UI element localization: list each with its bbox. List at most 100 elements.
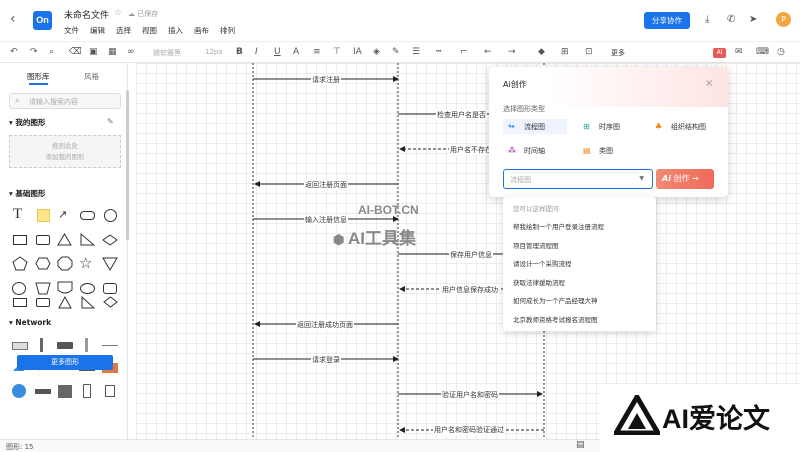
align-icon[interactable]: ≡ xyxy=(313,47,321,57)
rect-shape-icon[interactable] xyxy=(13,298,27,307)
octagon-shape-icon[interactable] xyxy=(57,256,73,271)
ai-icon[interactable]: AI xyxy=(713,48,726,58)
bold-icon[interactable]: B xyxy=(236,47,243,57)
menu-insert[interactable]: 插入 xyxy=(168,25,183,36)
line-icon[interactable] xyxy=(102,345,118,346)
option-timeline[interactable]: ⁂ 时间轴 xyxy=(508,143,545,158)
triangle-shape-icon[interactable] xyxy=(58,296,72,309)
globe-icon[interactable] xyxy=(12,384,26,398)
underline-icon[interactable]: U xyxy=(274,47,281,57)
phone-device-icon[interactable] xyxy=(83,384,91,398)
table-icon[interactable]: ▦ xyxy=(108,47,117,57)
star-shape-icon[interactable]: ☆ xyxy=(79,254,92,272)
option-class-diagram[interactable]: ▤ 类图 xyxy=(583,143,613,158)
suggestion-item-5[interactable]: 如何成长为一个产品经理大神 xyxy=(513,295,598,305)
section-my-shapes[interactable]: ▾ 我的图形 xyxy=(9,117,45,128)
star-icon[interactable]: ☆ xyxy=(114,8,122,18)
download-icon[interactable]: ⤓ xyxy=(705,14,709,25)
ai-create-button[interactable]: Ai 创作 → xyxy=(656,169,714,189)
link-icon[interactable]: ∞ xyxy=(127,47,135,57)
tab-style[interactable]: 风格 xyxy=(84,71,99,82)
document-title[interactable]: 未命名文件 xyxy=(64,8,109,21)
rect-rounded-shape-icon[interactable] xyxy=(36,298,50,307)
menu-edit[interactable]: 编辑 xyxy=(90,25,105,36)
msg-label-3[interactable]: 用户名不存在 xyxy=(449,145,493,155)
router-icon[interactable] xyxy=(57,342,73,349)
note-shape-icon[interactable] xyxy=(37,209,50,222)
msg-label-11[interactable]: 用户名和密码验证通过 xyxy=(433,425,505,435)
tablet-icon[interactable] xyxy=(105,385,115,397)
msg-label-9[interactable]: 请求登录 xyxy=(311,355,341,365)
suggestion-item-3[interactable]: 请设计一个采购流程 xyxy=(513,258,572,268)
menu-select[interactable]: 选择 xyxy=(116,25,131,36)
comment-icon[interactable]: ⌨ xyxy=(756,47,769,57)
msg-label-6[interactable]: 保存用户信息 xyxy=(449,250,493,260)
line-style-icon[interactable]: ┅ xyxy=(436,47,441,57)
font-color-icon[interactable]: A xyxy=(293,47,299,57)
line-width-icon[interactable]: ☰ xyxy=(412,47,420,57)
back-icon[interactable]: ‹ xyxy=(10,12,22,26)
suggestion-item-4[interactable]: 获取法律援助流程 xyxy=(513,277,565,287)
rect-soft-shape-icon[interactable] xyxy=(36,235,50,245)
rectangle-shape-icon[interactable] xyxy=(13,235,27,245)
msg-label-10[interactable]: 验证用户名和密码 xyxy=(441,390,499,400)
clear-format-icon[interactable]: ⌫ xyxy=(69,47,82,57)
diamond-shape-icon[interactable] xyxy=(103,296,118,308)
card-shape-icon[interactable] xyxy=(103,283,117,294)
menu-file[interactable]: 文件 xyxy=(64,25,79,36)
option-flowchart[interactable]: ↬ 流程图 xyxy=(503,119,567,134)
hexagon-shape-icon[interactable] xyxy=(35,257,51,270)
section-basic-shapes[interactable]: ▾ 基础图形 xyxy=(9,188,45,199)
text-direction-icon[interactable]: ⅠA xyxy=(353,47,362,57)
menu-arrange[interactable]: 排列 xyxy=(220,25,235,36)
msg-label-4[interactable]: 返回注册页面 xyxy=(304,180,348,190)
suggestion-item-1[interactable]: 帮我绘制一个用户登录注册流程 xyxy=(513,221,604,231)
arrow-end-icon[interactable]: → xyxy=(508,47,516,57)
trapezoid-shape-icon[interactable] xyxy=(35,282,51,295)
switch-icon[interactable] xyxy=(12,342,28,350)
valign-icon[interactable]: ⊤ xyxy=(333,47,341,57)
edit-icon[interactable]: ✎ xyxy=(107,117,114,126)
option-sequence[interactable]: ⊞ 时序图 xyxy=(583,119,620,134)
connector-icon[interactable]: ⌐ xyxy=(460,47,468,57)
msg-label-1[interactable]: 请求注册 xyxy=(311,75,341,85)
shield-shape-icon[interactable] xyxy=(57,281,73,296)
font-size-select[interactable]: 12px xyxy=(205,48,223,56)
italic-icon[interactable]: I xyxy=(255,47,258,57)
history-icon[interactable]: ◷ xyxy=(777,47,785,57)
my-shapes-dropzone[interactable]: 拖到此处 添加我的图形 xyxy=(9,135,121,168)
msg-label-7[interactable]: 用户信息保存成功 xyxy=(441,285,499,295)
fill-color-icon[interactable]: ◈ xyxy=(373,47,380,57)
suggestion-item-6[interactable]: 北京教师资格考试报名流程图 xyxy=(513,314,598,324)
menu-canvas[interactable]: 画布 xyxy=(194,25,209,36)
more-button[interactable]: 更多 xyxy=(611,48,625,58)
close-icon[interactable]: × xyxy=(705,78,713,89)
line-shape-icon[interactable]: ↗ xyxy=(58,208,67,221)
chevron-down-icon[interactable]: ▼ xyxy=(639,175,644,182)
diagram-type-input[interactable]: 流程图 ▼ xyxy=(503,169,653,189)
msg-label-8[interactable]: 返回注册成功页面 xyxy=(296,320,354,330)
more-shapes-button[interactable]: 更多图形 xyxy=(17,355,113,370)
pentagon-shape-icon[interactable] xyxy=(12,256,28,271)
menu-view[interactable]: 视图 xyxy=(142,25,157,36)
antenna-icon[interactable] xyxy=(40,338,43,352)
circle-shape-icon[interactable] xyxy=(104,209,117,222)
send-icon[interactable]: ➤ xyxy=(749,14,757,25)
right-triangle-shape-icon[interactable] xyxy=(81,296,95,309)
msg-label-2[interactable]: 检查用户名是否 xyxy=(436,110,487,120)
arrow-start-icon[interactable]: ← xyxy=(484,47,492,57)
avatar[interactable]: P xyxy=(776,12,791,27)
tab-shape-library[interactable]: 图形库 xyxy=(27,71,50,85)
printer-icon[interactable] xyxy=(58,385,72,398)
line-color-icon[interactable]: ✎ xyxy=(392,47,400,57)
format-painter-icon[interactable]: ⌕ xyxy=(49,47,54,57)
phone-icon[interactable]: ✆ xyxy=(727,14,735,25)
hub-icon[interactable] xyxy=(35,389,51,394)
font-family-select[interactable]: 微软雅黑 xyxy=(153,48,181,58)
circle-outline-shape-icon[interactable] xyxy=(12,282,26,295)
sidebar-scrollbar[interactable] xyxy=(126,90,129,240)
inverted-triangle-shape-icon[interactable] xyxy=(102,257,118,271)
note-icon[interactable]: ✉ xyxy=(735,47,743,57)
lock-icon[interactable]: ⊡ xyxy=(585,47,593,57)
undo-icon[interactable]: ↶ xyxy=(10,47,18,57)
